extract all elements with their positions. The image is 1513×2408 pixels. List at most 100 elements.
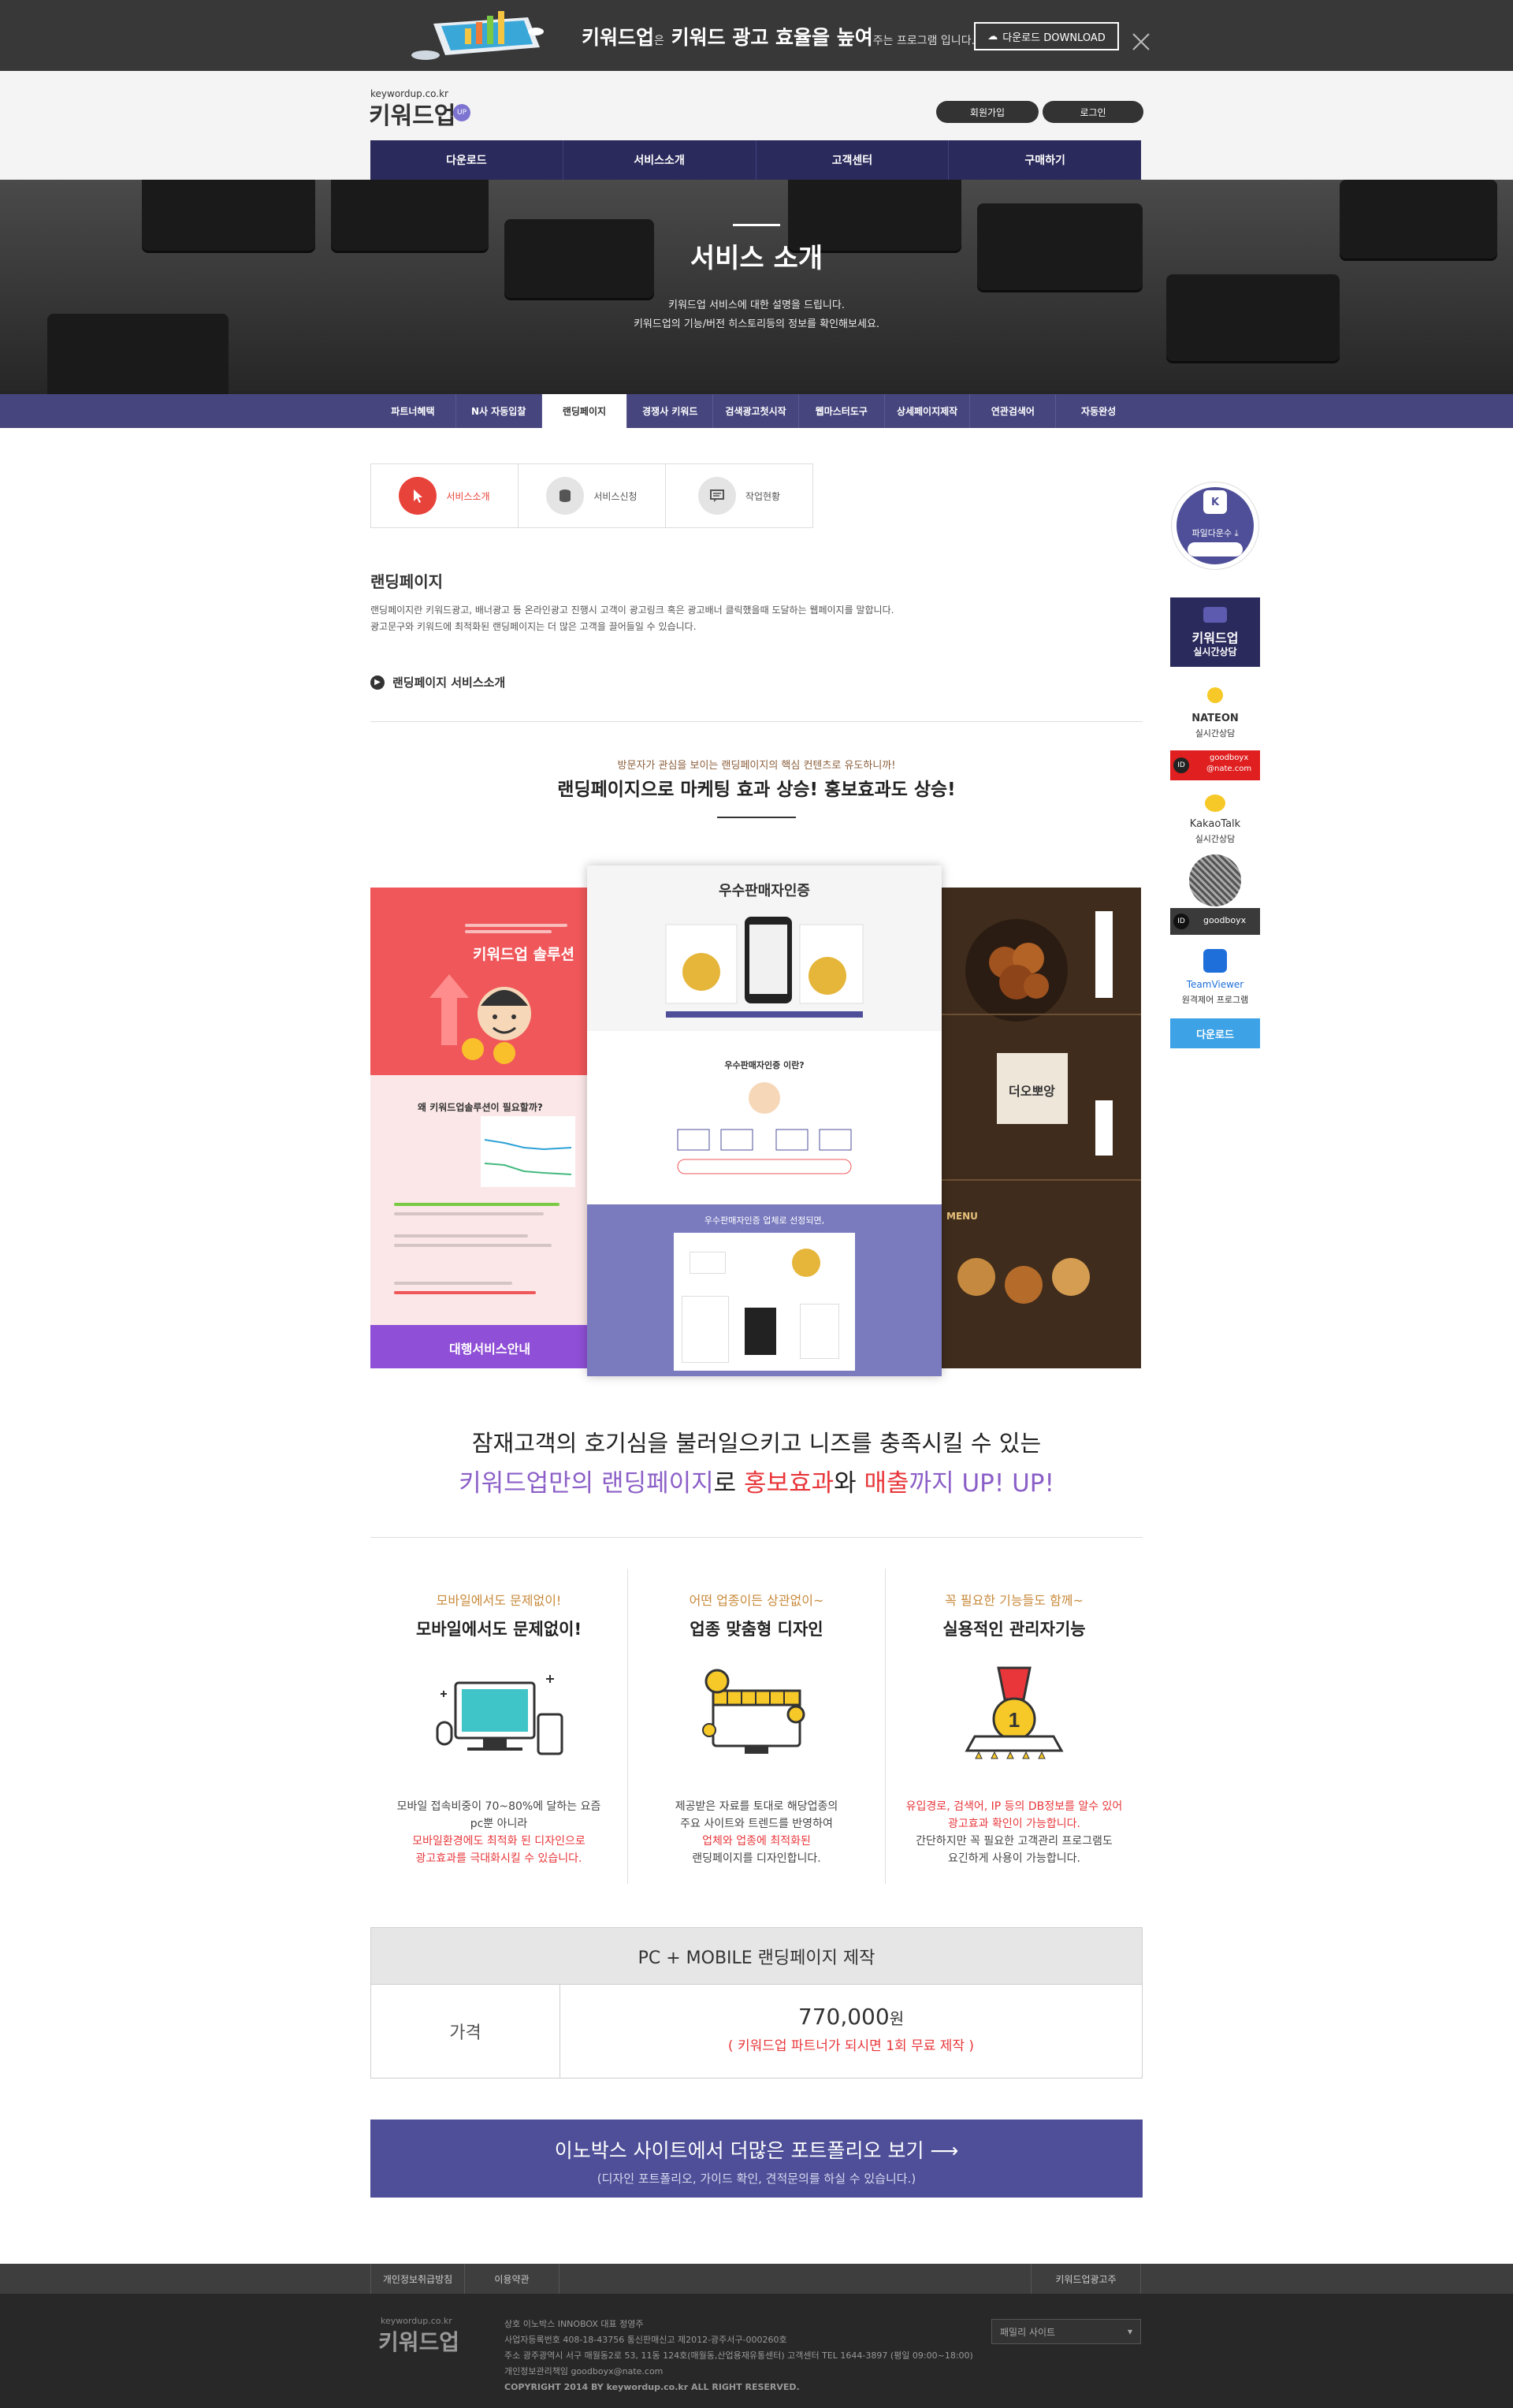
portfolio-center-bottom-label: 우수판매자인증 업체로 선정되면,: [704, 1215, 825, 1226]
price-value: 770,000원 ( 키워드업 파트너가 되시면 1회 무료 제작 ): [560, 1985, 1142, 2078]
footer-terms-link[interactable]: 이용약관: [465, 2264, 559, 2294]
feature-admin: 꼭 필요한 기능들도 함께~ 실용적인 관리자기능 1 유입경로, 검색어, I…: [886, 1541, 1143, 1880]
menu-card: [1095, 911, 1113, 998]
mockup-card: [800, 1304, 839, 1359]
tab-work-status[interactable]: 작업현황: [666, 464, 812, 527]
divider: [942, 1179, 1141, 1181]
badge-mockup-illustration: [665, 917, 864, 1004]
chevron-down-icon: ▾: [1127, 2326, 1132, 2337]
price-table: PC + MOBILE 랜딩페이지 제작 가격 770,000원 ( 키워드업 …: [370, 1927, 1143, 2079]
flow-diagram-illustration: [677, 1082, 852, 1174]
free-offer: ( 키워드업 파트너가 되시면 1회 무료 제작 ): [727, 2038, 975, 2054]
banner-download-button[interactable]: ☁ 다운로드 DOWNLOAD: [974, 22, 1119, 50]
subnav-detail-page[interactable]: 상세페이지제작: [885, 394, 971, 428]
id-icon: ID: [1173, 914, 1189, 929]
tagline-line-1: 잠재고객의 호기심을 불러일으키고 니즈를 충족시킬 수 있는: [471, 1430, 1042, 1457]
mascot-coins-illustration: [429, 974, 531, 1064]
shop-icon: [628, 1659, 885, 1777]
chat-bubble-icon: [1203, 607, 1227, 623]
subnav-search-ad[interactable]: 검색광고첫시작: [713, 394, 799, 428]
chicken-dish-illustration: [965, 919, 1068, 1022]
footer-privacy-manager: 개인정보관리책임 goodboyx@nate.com: [504, 2366, 664, 2376]
footer-address: 주소 광주광역시 서구 매월동2로 53, 11동 124호(매월동,산업용재유…: [504, 2350, 973, 2361]
nateon-consult[interactable]: NATEON 실시간상담: [1170, 678, 1260, 750]
service-tabs: 서비스소개 서비스신청 작업현황: [370, 463, 813, 528]
section-desc-2: 광고문구와 키워드에 최적화된 랜딩페이지는 더 많은 고객을 끌어들일 수 있…: [370, 621, 697, 632]
download-count-box: [1188, 542, 1243, 556]
main-nav: 다운로드 서비스소개 고객센터 구매하기: [370, 140, 1141, 180]
divider: [370, 1537, 1143, 1538]
login-button[interactable]: 로그인: [1043, 101, 1143, 123]
mockup-card: [682, 1296, 729, 1363]
subnav-autocomplete[interactable]: 자동완성: [1056, 394, 1141, 428]
live-consult-button[interactable]: 키워드업 실시간상담: [1170, 597, 1260, 667]
footer-advertiser-link[interactable]: 키워드업광고주: [1031, 2264, 1141, 2294]
top-promo-banner: 키워드업은 키워드 광고 효율을 높여주는 프로그램 입니다. ☁ 다운로드 D…: [0, 0, 1513, 71]
line-chart-illustration: [481, 1116, 575, 1187]
portfolio-left: 키워드업 솔루션 왜 키워드업솔루션이 필요할까? 대행서비스안내: [370, 888, 587, 1368]
teamviewer-download[interactable]: TeamViewer 원격제어 프로그램: [1170, 935, 1260, 1018]
portfolio-left-title: 키워드업 솔루션: [473, 946, 574, 963]
dish-photo: [1052, 1258, 1090, 1296]
portfolio-mockup-grid: [674, 1233, 855, 1371]
hero-desc-2: 키워드업의 기능/버전 히스토리등의 정보를 확인해보세요.: [633, 318, 880, 330]
portfolio-center: 우수판매자인증 우수판매자인증 이란? 우수판매자인증 업체로 선정되면,: [587, 865, 942, 1376]
section-desc-1: 랜딩페이지란 키워드광고, 배너광고 등 온라인광고 진행시 고객이 광고링크 …: [370, 605, 894, 616]
banner-bar: [666, 1011, 863, 1018]
headline-underline: [717, 817, 796, 818]
kakao-consult[interactable]: KakaoTalk 실시간상담: [1170, 785, 1260, 908]
footer-privacy-link[interactable]: 개인정보취급방침: [370, 2264, 465, 2294]
service-subnav: 파트너혜택 N사 자동입찰 랜딩페이지 경쟁사 키워드 검색광고첫시작 웹마스터…: [0, 394, 1513, 428]
medal-icon: 1: [886, 1659, 1143, 1777]
hero-title-line: [733, 224, 780, 226]
divider: [942, 1014, 1141, 1015]
portfolio-left-bottom-label: 대행서비스안내: [449, 1342, 531, 1357]
footer-logo: 키워드업: [378, 2329, 460, 2355]
kakao-icon: [1205, 795, 1225, 812]
mockup-card: [690, 1252, 726, 1274]
feature-custom-design: 어떤 업종이든 상관없이~ 업종 맞춤형 디자인 제공받은 자료를 토대로 해당…: [628, 1541, 885, 1880]
portfolio-cta-button[interactable]: 이노박스 사이트에서 더많은 포트폴리오 보기 ⟶ (디자인 포트폴리오, 가이…: [370, 2120, 1143, 2198]
quick-counter: K 파일다운수 ⤓: [1170, 482, 1260, 585]
badge-seal: [792, 1249, 820, 1277]
price-header: PC + MOBILE 랜딩페이지 제작: [371, 1928, 1142, 1985]
mockup-phone: [745, 1308, 776, 1355]
teamviewer-icon: [1203, 949, 1227, 973]
hero-banner: 서비스 소개 키워드업 서비스에 대한 설명을 드립니다. 키워드업의 기능/버…: [0, 180, 1513, 394]
subnav-n-auto-bid[interactable]: N사 자동입찰: [456, 394, 542, 428]
id-icon: ID: [1173, 757, 1189, 773]
nav-purchase[interactable]: 구매하기: [949, 140, 1141, 180]
kakao-id: ID goodboyx: [1170, 908, 1260, 935]
download-count-label: 파일다운수 ⤓: [1191, 528, 1239, 538]
nav-service[interactable]: 서비스소개: [563, 140, 756, 180]
subnav-partner[interactable]: 파트너혜택: [370, 394, 456, 428]
dish-photo: [1005, 1266, 1043, 1304]
svg-text:1: 1: [1009, 1708, 1020, 1732]
qr-code-icon: [1189, 854, 1241, 906]
subnav-related[interactable]: 연관검색어: [970, 394, 1057, 428]
chat-icon: [697, 477, 736, 515]
nav-download[interactable]: 다운로드: [370, 140, 563, 180]
tab-service-apply[interactable]: 서비스신청: [519, 464, 666, 527]
portfolio-right-menu: MENU: [946, 1211, 978, 1222]
subnav-webmaster[interactable]: 웹마스터도구: [799, 394, 885, 428]
banner-slogan: 키워드업은 키워드 광고 효율을 높여주는 프로그램 입니다.: [582, 26, 976, 49]
feature-mobile: 모바일에서도 문제없이! 모바일에서도 문제없이! 모바일 접속비중이 70~8…: [370, 1541, 627, 1880]
teamviewer-download-button[interactable]: 다운로드: [1170, 1018, 1260, 1048]
footer-company: 상호 이노박스 INNOBOX 대표 정영주: [504, 2319, 644, 2329]
subnav-competitor[interactable]: 경쟁사 키워드: [627, 394, 714, 428]
tablet-chart-illustration: [411, 11, 544, 60]
close-icon[interactable]: [1131, 32, 1151, 52]
portfolio-center-question: 우수판매자인증 이란?: [724, 1060, 805, 1070]
tab-service-intro[interactable]: 서비스소개: [371, 464, 519, 527]
dish-photo: [957, 1258, 995, 1296]
site-footer: keywordup.co.kr 키워드업 상호 이노박스 INNOBOX 대표 …: [0, 2294, 1513, 2408]
portfolio-right-sign: 더오뽀앙: [1009, 1084, 1055, 1099]
app-icon: K: [1203, 490, 1227, 514]
subnav-landing[interactable]: 랜딩페이지: [541, 394, 628, 428]
site-logo[interactable]: 키워드업: [369, 96, 455, 131]
landing-intro-link[interactable]: ▶ 랜딩페이지 서비스소개: [370, 674, 505, 690]
nav-support[interactable]: 고객센터: [756, 140, 950, 180]
join-button[interactable]: 회원가입: [936, 101, 1039, 123]
family-site-select[interactable]: 패밀리 사이트 ▾: [991, 2319, 1141, 2344]
